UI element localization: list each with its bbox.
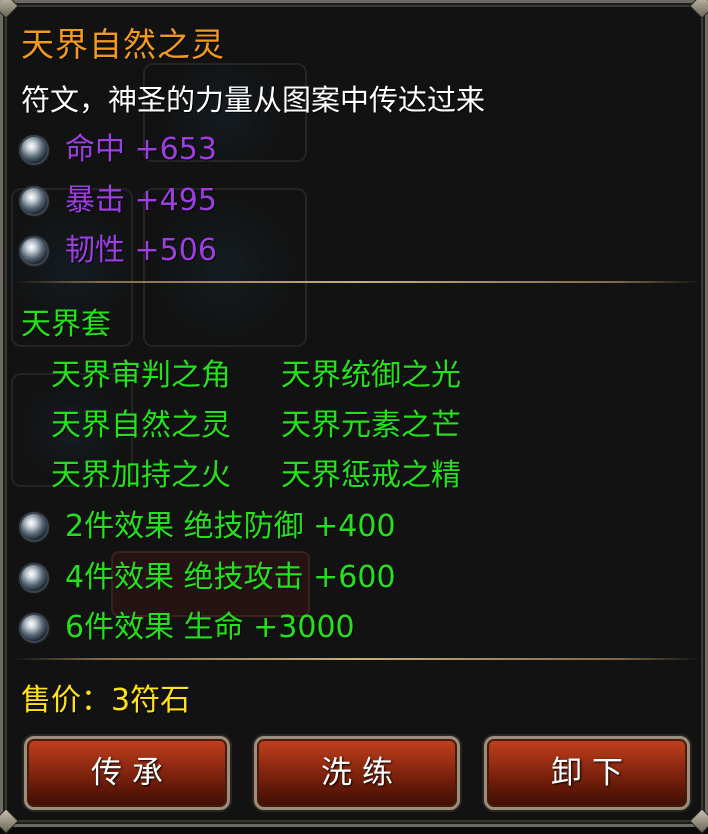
set-piece: 天界自然之灵 <box>51 408 231 443</box>
sell-price: 售价：3符石 <box>21 683 191 718</box>
set-piece: 天界惩戒之精 <box>281 458 461 493</box>
refine-button[interactable]: 洗练 <box>254 736 460 810</box>
item-description: 符文，神圣的力量从图案中传达过来 <box>21 83 486 117</box>
item-tooltip-panel: 天界自然之灵 符文，神圣的力量从图案中传达过来 命中 +653 暴击 +495 … <box>0 0 708 834</box>
item-name: 天界自然之灵 <box>21 25 225 64</box>
set-bonus-label: 6件效果 生命 +3000 <box>65 610 355 645</box>
unequip-button-label: 卸下 <box>551 755 633 791</box>
stat-label: 韧性 +506 <box>65 233 217 268</box>
rune-orb-icon <box>21 565 47 591</box>
set-name: 天界套 <box>21 307 111 342</box>
set-piece: 天界统御之光 <box>281 358 461 393</box>
set-bonus-row: 4件效果 绝技攻击 +600 <box>21 558 396 598</box>
section-divider <box>13 658 701 660</box>
set-bonus-row: 2件效果 绝技防御 +400 <box>21 507 396 547</box>
stat-row-toughness: 韧性 +506 <box>21 231 217 271</box>
frame-corner-ornament <box>689 0 708 19</box>
stat-label: 命中 +653 <box>65 132 217 167</box>
stat-row-hit: 命中 +653 <box>21 130 217 170</box>
stat-row-crit: 暴击 +495 <box>21 181 217 221</box>
set-bonus-label: 4件效果 绝技攻击 +600 <box>65 560 396 595</box>
rune-orb-icon <box>21 615 47 641</box>
frame-corner-ornament <box>689 808 708 834</box>
set-piece: 天界元素之芒 <box>281 408 461 443</box>
inherit-button[interactable]: 传承 <box>24 736 230 810</box>
unequip-button[interactable]: 卸下 <box>484 736 690 810</box>
set-piece: 天界加持之火 <box>51 458 231 493</box>
rune-orb-icon <box>21 137 47 163</box>
section-divider <box>13 281 701 283</box>
refine-button-label: 洗练 <box>321 755 403 791</box>
set-bonus-label: 2件效果 绝技防御 +400 <box>65 509 396 544</box>
set-bonus-row: 6件效果 生命 +3000 <box>21 608 355 648</box>
frame-corner-ornament <box>0 808 19 834</box>
set-piece: 天界审判之角 <box>51 358 231 393</box>
inherit-button-label: 传承 <box>91 755 173 791</box>
rune-orb-icon <box>21 188 47 214</box>
rune-orb-icon <box>21 238 47 264</box>
frame-corner-ornament <box>0 0 19 19</box>
stat-label: 暴击 +495 <box>65 183 217 218</box>
rune-orb-icon <box>21 514 47 540</box>
